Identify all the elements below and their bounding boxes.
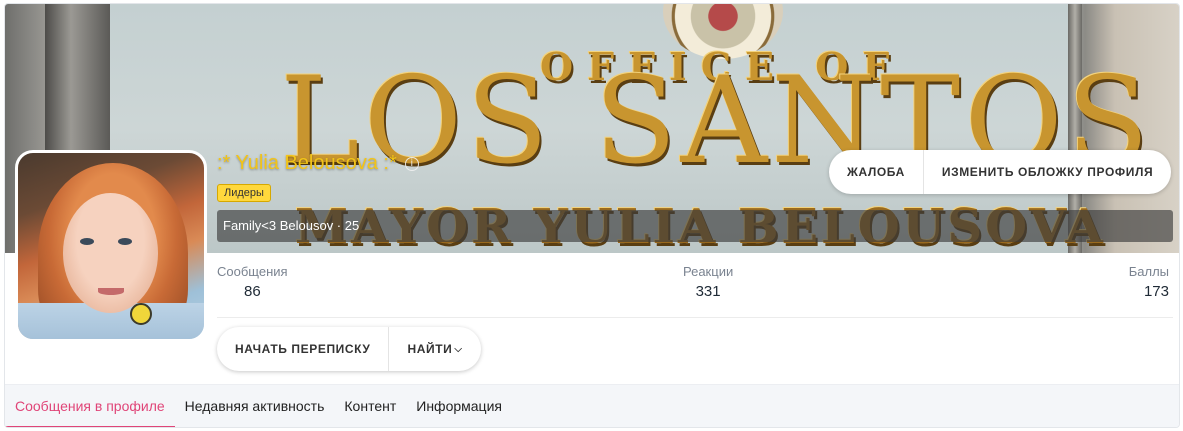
user-banner-badge: Лидеры [217,184,271,202]
name-row: :* Yulia Belousova :* i [217,152,419,175]
change-cover-button[interactable]: ИЗМЕНИТЬ ОБЛОЖКУ ПРОФИЛЯ [922,150,1171,194]
stat-points[interactable]: Баллы 173 [1129,264,1169,300]
stat-label: Реакции [683,264,734,279]
custom-user-title: Family<3 Belousov · 25 [217,210,1173,242]
start-conversation-button[interactable]: НАЧАТЬ ПЕРЕПИСКУ [217,327,388,371]
tab-profile-posts[interactable]: Сообщения в профиле [5,385,175,427]
stat-value: 86 [244,283,261,300]
find-button[interactable]: НАЙТИ ⌵ [388,327,480,371]
profile-stats: Сообщения 86 Реакции 331 Баллы 173 [217,262,1173,318]
tab-content[interactable]: Контент [334,385,406,427]
profile-tabs: Сообщения в профиле Недавняя активность … [5,384,1179,427]
stat-label: Баллы [1128,264,1169,279]
profile-card: OFFICE OF LOS SANTOS MAYOR YULIA BELOUSO… [4,3,1180,428]
stat-value: 173 [1143,283,1169,300]
stat-messages[interactable]: Сообщения 86 [217,264,288,300]
stat-value: 331 [695,283,721,300]
tab-information[interactable]: Информация [406,385,512,427]
profile-action-group: НАЧАТЬ ПЕРЕПИСКУ НАЙТИ ⌵ [217,327,481,371]
cover-action-group: ЖАЛОБА ИЗМЕНИТЬ ОБЛОЖКУ ПРОФИЛЯ [829,150,1172,194]
stat-label: Сообщения [217,264,288,279]
tab-recent-activity[interactable]: Недавняя активность [175,385,335,427]
info-circle-icon[interactable]: i [404,156,419,171]
find-label: НАЙТИ [407,342,453,356]
username[interactable]: :* Yulia Belousova :* [217,152,397,175]
stat-reactions[interactable]: Реакции 331 [683,264,733,300]
avatar[interactable] [15,150,207,342]
chevron-down-icon: ⌵ [454,344,463,355]
report-button[interactable]: ЖАЛОБА [829,150,923,194]
